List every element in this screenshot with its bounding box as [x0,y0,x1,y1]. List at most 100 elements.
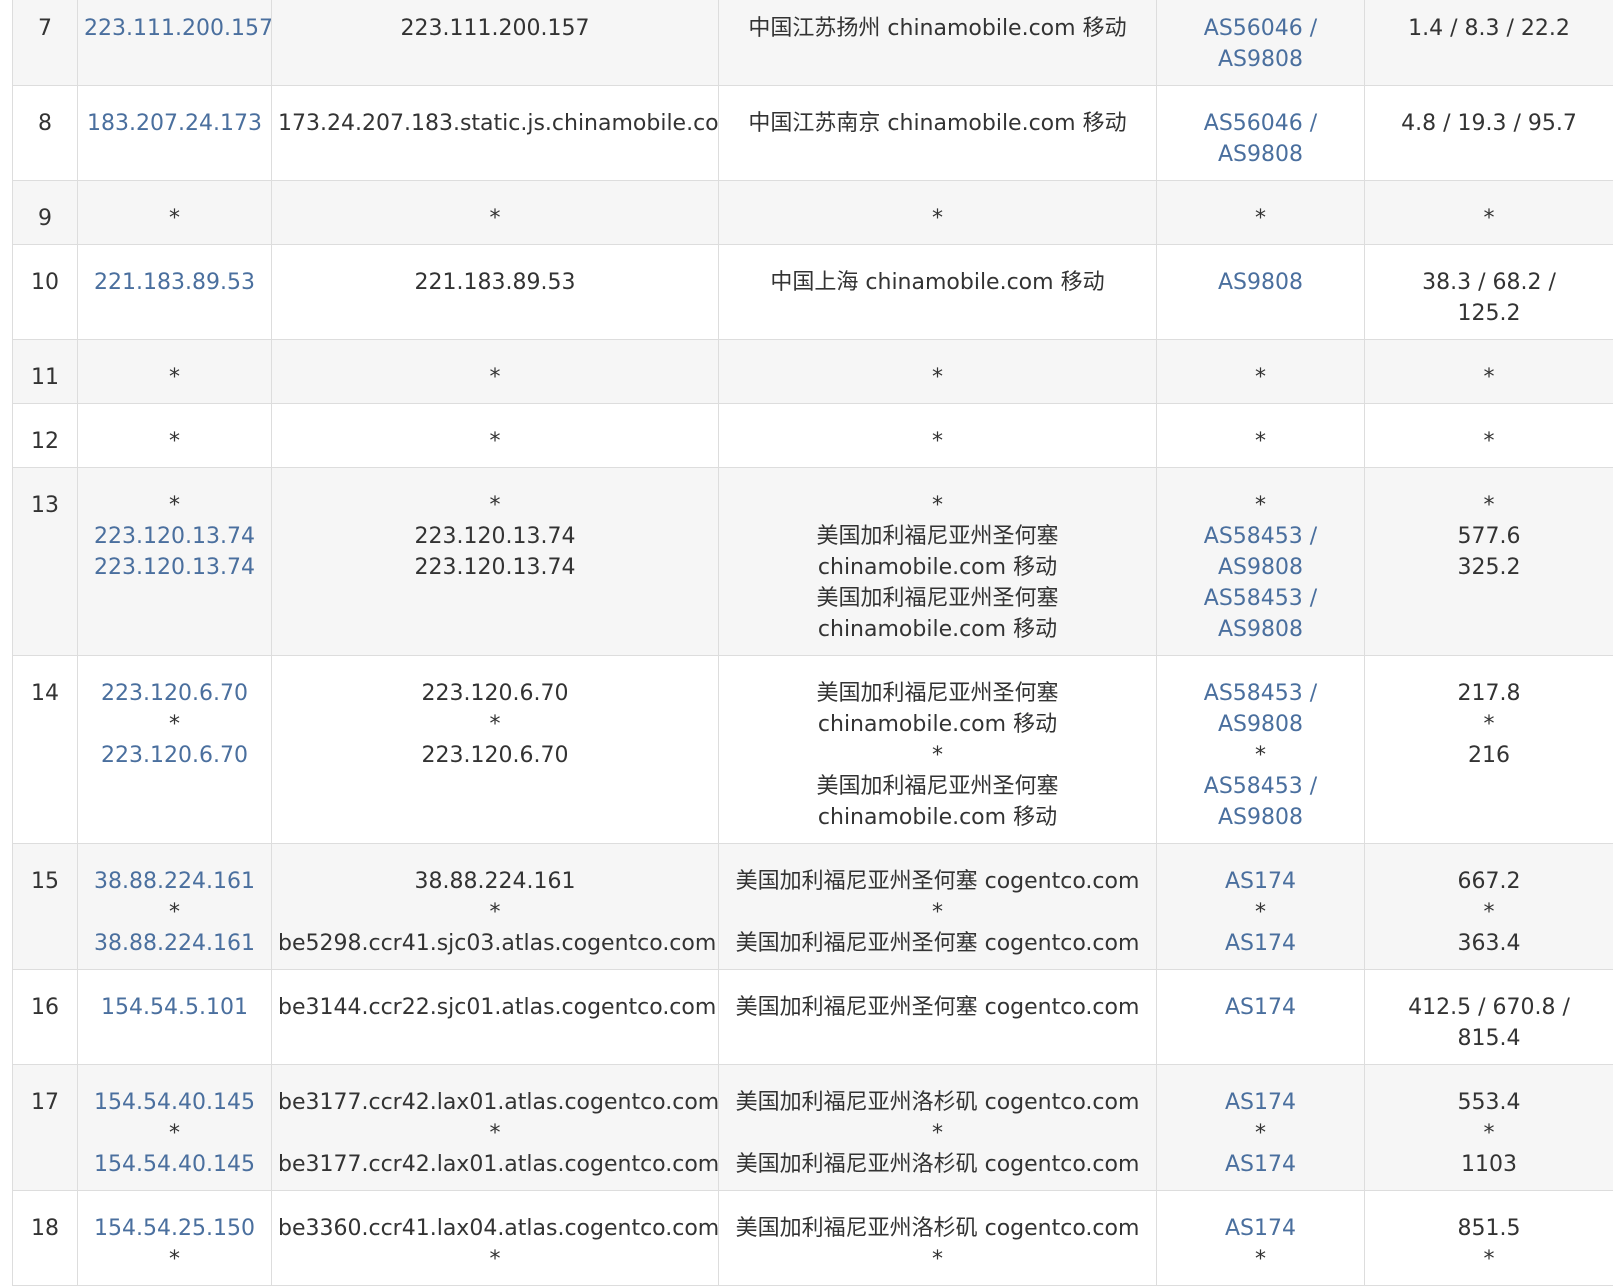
ip-link[interactable]: 223.120.13.74 [84,521,265,552]
table-row: 11***** [13,340,1613,404]
no-response-marker: * [1371,362,1607,393]
asn-link[interactable]: AS58453 / [1163,521,1358,552]
hop-number: 13 [31,493,59,518]
no-response-marker: * [278,709,712,740]
asn-link[interactable]: AS9808 [1163,552,1358,583]
ip-cell: 223.120.6.70*223.120.6.70 [78,656,272,844]
loc-text: 中国上海 chinamobile.com 移动 [725,267,1150,298]
no-response-marker: * [84,490,265,521]
ip-link[interactable]: 183.207.24.173 [84,108,265,139]
no-response-marker: * [84,1244,265,1275]
rtt-cell: 217.8*216 [1365,656,1613,844]
asn-link[interactable]: AS174 [1163,928,1358,959]
ip-link[interactable]: 223.111.200.157 [84,13,265,44]
no-response-marker: * [1163,203,1358,234]
ip-link[interactable]: 38.88.224.161 [84,866,265,897]
loc-text: 中国江苏扬州 chinamobile.com 移动 [725,13,1150,44]
asn-cell: AS174*AS174 [1157,1065,1365,1191]
asn-link[interactable]: AS56046 / [1163,13,1358,44]
ip-link[interactable]: 223.120.13.74 [84,552,265,583]
rtt-cell: 851.5* [1365,1191,1613,1286]
ip-cell: *223.120.13.74223.120.13.74 [78,468,272,656]
table-row: 9***** [13,181,1613,245]
no-response-marker: * [1371,1118,1607,1149]
location-cell: 美国加利福尼亚州圣何塞 cogentco.com*美国加利福尼亚州圣何塞 cog… [719,844,1157,970]
ip-link[interactable]: 154.54.5.101 [84,992,265,1023]
table-row: 8 183.207.24.173 173.24.207.183.static.js.… [13,86,1613,181]
ip-link[interactable]: 154.54.25.150 [84,1213,265,1244]
ip-link[interactable]: 154.54.40.145 [84,1149,265,1180]
asn-link[interactable]: AS58453 / [1163,583,1358,614]
asn-cell: AS174 [1157,970,1365,1065]
hop-number: 8 [38,111,52,136]
hostname-cell: *223.120.13.74223.120.13.74 [272,468,719,656]
host-text: be5298.ccr41.sjc03.atlas.cogentco.com [278,928,712,959]
asn-link[interactable]: AS9808 [1163,614,1358,645]
ip-link[interactable]: 38.88.224.161 [84,928,265,959]
asn-link[interactable]: AS56046 / [1163,108,1358,139]
host-text: 223.120.13.74 [278,552,712,583]
rtt-text: 38.3 / 68.2 / [1371,267,1607,298]
ip-cell: 183.207.24.173 [78,86,272,181]
asn-cell: AS174*AS174 [1157,844,1365,970]
rtt-text: 363.4 [1371,928,1607,959]
loc-text: chinamobile.com 移动 [725,802,1150,833]
no-response-marker: * [725,426,1150,457]
rtt-text: 217.8 [1371,678,1607,709]
ip-link[interactable]: 154.54.40.145 [84,1087,265,1118]
no-response-marker: * [725,1118,1150,1149]
hop-number-cell: 10 [13,245,78,340]
no-response-marker: * [725,740,1150,771]
asn-link[interactable]: AS174 [1163,1087,1358,1118]
asn-link[interactable]: AS9808 [1163,139,1358,170]
no-response-marker: * [84,897,265,928]
rtt-text: 325.2 [1371,552,1607,583]
location-cell: 美国加利福尼亚州洛杉矶 cogentco.com* [719,1191,1157,1286]
hop-number: 11 [31,365,59,390]
asn-link[interactable]: AS58453 / [1163,771,1358,802]
no-response-marker: * [278,362,712,393]
ip-link[interactable]: 223.120.6.70 [84,678,265,709]
asn-link[interactable]: AS9808 [1163,44,1358,75]
no-response-marker: * [278,490,712,521]
ip-cell: 154.54.25.150* [78,1191,272,1286]
asn-link[interactable]: AS58453 / [1163,678,1358,709]
hostname-cell: 223.120.6.70*223.120.6.70 [272,656,719,844]
loc-text: 美国加利福尼亚州洛杉矶 cogentco.com [725,1213,1150,1244]
hop-number-cell: 15 [13,844,78,970]
hostname-cell: be3360.ccr41.lax04.atlas.cogentco.com* [272,1191,719,1286]
asn-cell: AS56046 /AS9808 [1157,86,1365,181]
no-response-marker: * [278,897,712,928]
asn-link[interactable]: AS9808 [1163,267,1358,298]
asn-link[interactable]: AS174 [1163,1149,1358,1180]
hostname-cell: be3177.ccr42.lax01.atlas.cogentco.com*be… [272,1065,719,1191]
hop-number-cell: 13 [13,468,78,656]
no-response-marker: * [278,426,712,457]
asn-cell: AS58453 /AS9808*AS58453 /AS9808 [1157,656,1365,844]
ip-link[interactable]: 223.120.6.70 [84,740,265,771]
rtt-cell: 4.8 / 19.3 / 95.7 [1365,86,1613,181]
loc-text: chinamobile.com 移动 [725,614,1150,645]
asn-link[interactable]: AS174 [1163,992,1358,1023]
no-response-marker: * [1371,490,1607,521]
hop-number-cell: 16 [13,970,78,1065]
host-text: 173.24.207.183.static.js.chinamobile.com [278,108,712,139]
hop-number-cell: 18 [13,1191,78,1286]
no-response-marker: * [1163,490,1358,521]
rtt-cell: * [1365,404,1613,468]
host-text: 223.120.13.74 [278,521,712,552]
host-text: 223.120.6.70 [278,678,712,709]
asn-cell: * [1157,181,1365,245]
asn-link[interactable]: AS9808 [1163,709,1358,740]
host-text: be3177.ccr42.lax01.atlas.cogentco.com [278,1087,712,1118]
rtt-cell: 38.3 / 68.2 /125.2 [1365,245,1613,340]
location-cell: 中国上海 chinamobile.com 移动 [719,245,1157,340]
asn-link[interactable]: AS174 [1163,866,1358,897]
hop-number: 9 [38,206,52,231]
asn-link[interactable]: AS174 [1163,1213,1358,1244]
ip-cell: * [78,340,272,404]
rtt-cell: 553.4*1103 [1365,1065,1613,1191]
asn-link[interactable]: AS9808 [1163,802,1358,833]
ip-link[interactable]: 221.183.89.53 [84,267,265,298]
no-response-marker: * [725,362,1150,393]
